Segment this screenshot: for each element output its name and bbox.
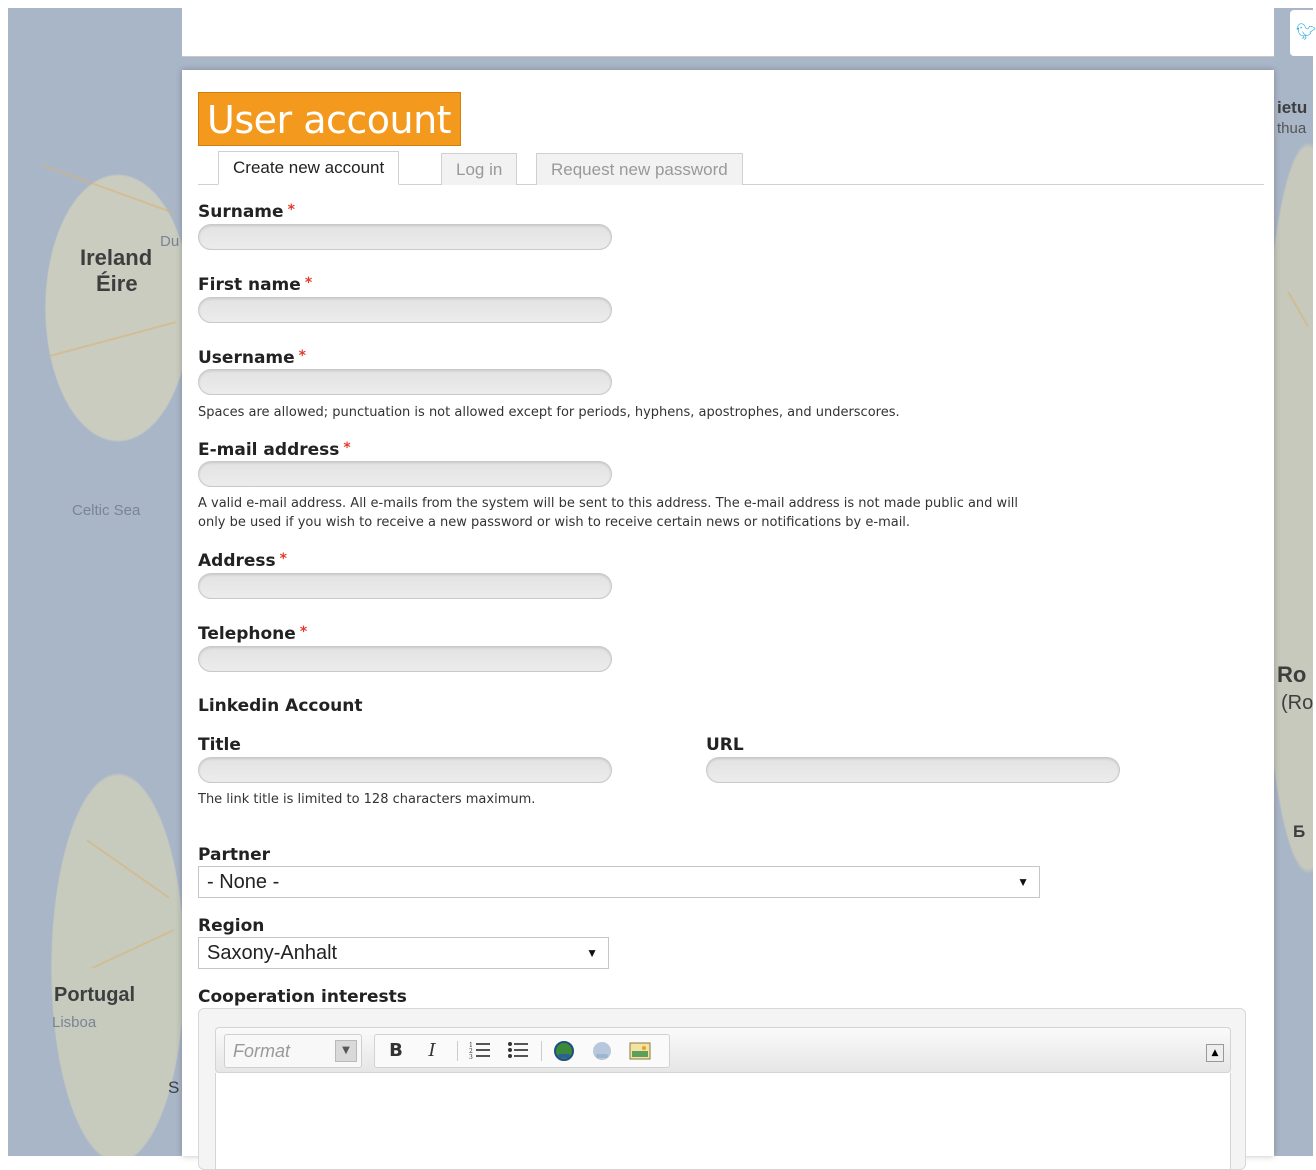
linkedin-title-hint: The link title is limited to 128 charact… xyxy=(198,792,536,807)
address-label: Address * xyxy=(198,551,287,571)
chevron-down-icon: ▼ xyxy=(335,1040,357,1062)
italic-button[interactable]: I xyxy=(419,1040,445,1062)
telephone-label-text: Telephone xyxy=(198,624,296,644)
telephone-input[interactable] xyxy=(198,646,612,672)
linkedin-url-label: URL xyxy=(706,735,744,755)
tab-create-new-account[interactable]: Create new account xyxy=(218,151,400,185)
required-marker: * xyxy=(287,202,295,218)
first-name-label-text: First name xyxy=(198,275,301,295)
map-label-ireland: Ireland xyxy=(80,245,153,270)
link-icon[interactable] xyxy=(551,1040,577,1062)
username-input[interactable] xyxy=(198,369,612,395)
email-label: E-mail address * xyxy=(198,440,351,460)
required-marker: * xyxy=(298,348,306,364)
required-marker: * xyxy=(299,624,308,640)
editor-text-area[interactable] xyxy=(215,1073,1231,1170)
surname-label: Surname * xyxy=(198,202,295,222)
user-account-panel: User account Create new account Log in R… xyxy=(182,70,1274,1170)
rich-text-editor: Format ▼ B I 123 ▲ xyxy=(198,1008,1246,1170)
map-label-portugal: Portugal xyxy=(54,984,136,1006)
chevron-down-icon: ▼ xyxy=(1017,875,1029,889)
top-header-bar xyxy=(182,8,1274,57)
unlink-icon[interactable] xyxy=(589,1040,615,1062)
required-marker: * xyxy=(343,440,351,456)
email-hint-line-2: only be used if you wish to receive a ne… xyxy=(198,515,911,530)
address-input[interactable] xyxy=(198,573,612,599)
tab-request-new-password[interactable]: Request new password xyxy=(536,153,743,185)
username-label: Username * xyxy=(198,348,306,368)
map-label-romania-alt: (Ro xyxy=(1281,692,1314,714)
maximize-icon[interactable]: ▲ xyxy=(1206,1044,1224,1062)
map-label-du: Du xyxy=(160,233,180,250)
surname-label-text: Surname xyxy=(198,202,284,222)
linkedin-title-label: Title xyxy=(198,735,241,755)
partner-select[interactable]: - None - ▼ xyxy=(198,866,1040,898)
telephone-label: Telephone * xyxy=(198,624,307,644)
required-marker: * xyxy=(279,551,287,567)
map-label-celtic-sea: Celtic Sea xyxy=(72,502,141,519)
username-label-text: Username xyxy=(198,348,295,368)
map-label-s: S xyxy=(168,1078,180,1097)
chevron-down-icon: ▼ xyxy=(586,946,598,960)
toolbar-separator xyxy=(457,1041,458,1061)
address-label-text: Address xyxy=(198,551,276,571)
region-selected-value: Saxony-Anhalt xyxy=(207,942,338,964)
first-name-input[interactable] xyxy=(198,297,612,323)
toolbar-separator xyxy=(541,1041,542,1061)
page-title: User account xyxy=(198,92,461,146)
image-icon[interactable] xyxy=(627,1040,653,1062)
username-hint: Spaces are allowed; punctuation is not a… xyxy=(198,405,900,420)
map-label-romania: Ro xyxy=(1277,662,1307,687)
email-label-text: E-mail address xyxy=(198,440,340,460)
email-input[interactable] xyxy=(198,461,612,487)
linkedin-title-input[interactable] xyxy=(198,757,612,783)
map-label-lietuva: ietu xyxy=(1277,98,1308,117)
partner-selected-value: - None - xyxy=(207,871,280,893)
cooperation-interests-label: Cooperation interests xyxy=(198,987,407,1007)
editor-toolbar: Format ▼ B I 123 ▲ xyxy=(215,1027,1231,1073)
tab-log-in[interactable]: Log in xyxy=(441,153,518,185)
first-name-label: First name * xyxy=(198,275,312,295)
required-marker: * xyxy=(304,275,313,291)
format-placeholder: Format xyxy=(233,1041,291,1061)
formatting-buttons: B I 123 xyxy=(374,1034,670,1068)
bullet-list-icon[interactable] xyxy=(505,1040,531,1062)
partner-label: Partner xyxy=(198,845,271,865)
twitter-badge[interactable]: 🐦︎ xyxy=(1290,10,1316,56)
twitter-bird-icon: 🐦︎ xyxy=(1296,22,1316,41)
bold-button[interactable]: B xyxy=(383,1040,409,1062)
format-dropdown[interactable]: Format ▼ xyxy=(224,1034,362,1068)
map-label-eire: Éire xyxy=(96,271,138,296)
linkedin-url-input[interactable] xyxy=(706,757,1120,783)
map-label-bulgaria: Б xyxy=(1293,822,1306,841)
surname-input[interactable] xyxy=(198,224,612,250)
account-tabs: Create new account Log in Request new pa… xyxy=(198,150,1264,185)
email-hint-line-1: A valid e-mail address. All e-mails from… xyxy=(198,496,1019,511)
numbered-list-icon[interactable]: 123 xyxy=(467,1040,493,1062)
svg-text:3: 3 xyxy=(469,1054,473,1060)
map-label-lithuania: thua xyxy=(1277,120,1307,137)
region-select[interactable]: Saxony-Anhalt ▼ xyxy=(198,937,609,969)
map-label-lisboa: Lisboa xyxy=(52,1014,97,1031)
region-label: Region xyxy=(198,916,265,936)
linkedin-heading: Linkedin Account xyxy=(198,696,363,716)
